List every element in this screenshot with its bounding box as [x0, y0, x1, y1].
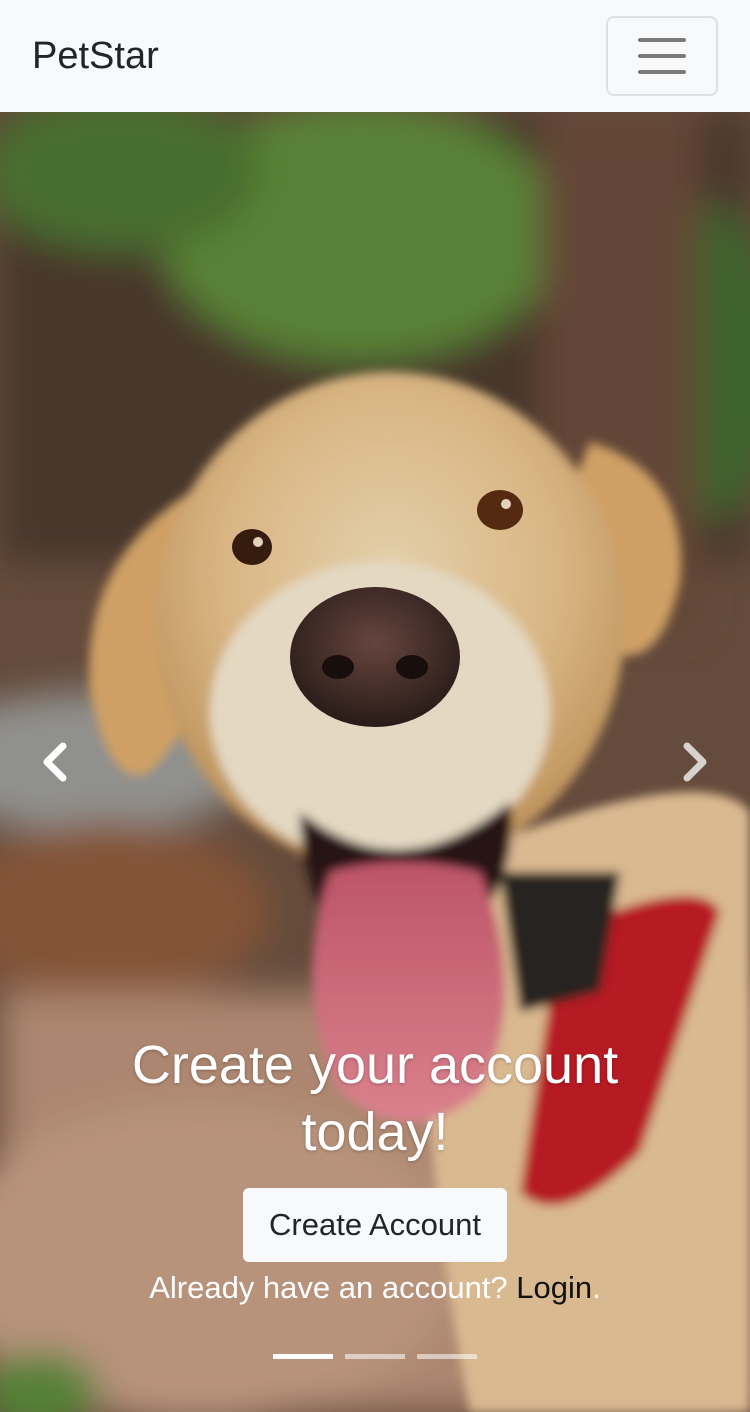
- chevron-left-icon: [43, 742, 67, 782]
- chevron-right-icon: [683, 742, 707, 782]
- create-account-button[interactable]: Create Account: [243, 1188, 507, 1262]
- login-suffix: .: [592, 1270, 601, 1305]
- carousel-caption: Create your account today! Create Accoun…: [60, 1032, 690, 1306]
- brand-logo-link[interactable]: PetStar: [32, 35, 159, 78]
- indicator-slide-2[interactable]: [345, 1354, 405, 1359]
- login-prompt-text: Already have an account?: [149, 1270, 508, 1305]
- carousel-indicators: [0, 1354, 750, 1359]
- navbar: PetStar: [0, 0, 750, 112]
- login-link[interactable]: Login: [516, 1270, 592, 1305]
- indicator-slide-1[interactable]: [273, 1354, 333, 1359]
- hamburger-menu-icon: [638, 38, 686, 42]
- caption-heading: Create your account today!: [131, 1035, 619, 1162]
- hero-carousel: Create your account today! Create Accoun…: [0, 112, 750, 1412]
- menu-toggle-button[interactable]: [606, 16, 718, 96]
- indicator-slide-3[interactable]: [417, 1354, 477, 1359]
- carousel-next-button[interactable]: [664, 722, 724, 802]
- carousel-prev-button[interactable]: [26, 722, 86, 802]
- login-prompt: Already have an account? Login.: [60, 1270, 690, 1306]
